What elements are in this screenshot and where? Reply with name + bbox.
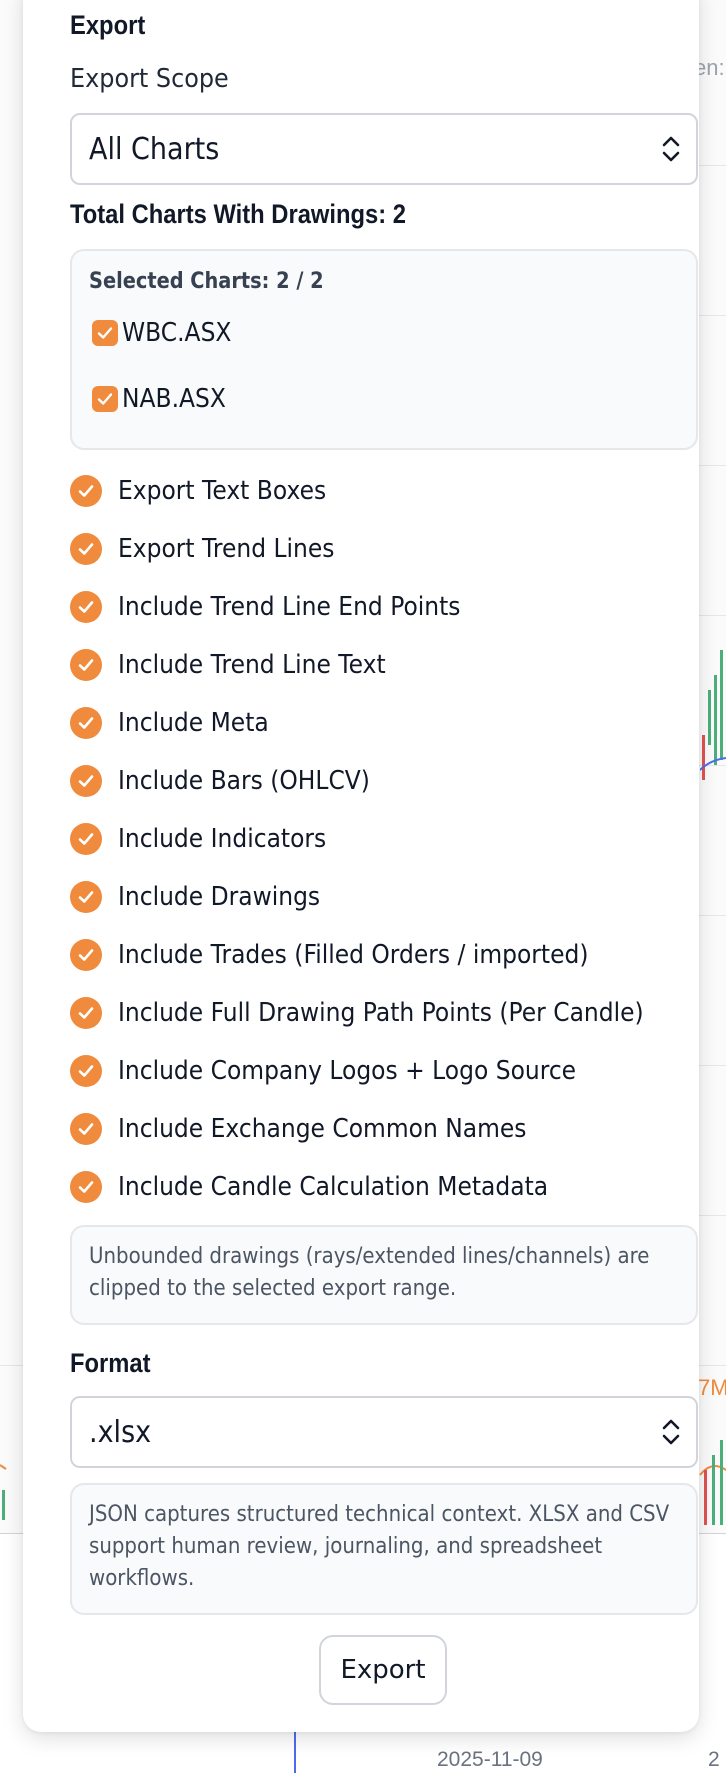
option-exchange-common-names[interactable]: Include Exchange Common Names xyxy=(70,1112,572,1146)
option-label: Export Trend Lines xyxy=(118,534,335,564)
option-trend-line-end-points[interactable]: Include Trend Line End Points xyxy=(70,590,499,624)
export-scope-value: All Charts xyxy=(89,131,220,167)
option-include-indicators[interactable]: Include Indicators xyxy=(70,822,349,856)
checkbox-checked-icon xyxy=(70,939,102,971)
checkbox-checked-icon xyxy=(70,881,102,913)
option-full-drawing-path-points[interactable]: Include Full Drawing Path Points (Per Ca… xyxy=(70,996,702,1030)
checkbox-checked-icon xyxy=(92,320,118,346)
note-line: Unbounded drawings (rays/extended lines/… xyxy=(89,1244,650,1269)
checkbox-checked-icon xyxy=(92,386,118,412)
chevron-up-down-icon xyxy=(662,1419,680,1445)
panel-title: Export xyxy=(70,10,146,40)
indicator-line xyxy=(700,757,726,771)
option-label: Include Drawings xyxy=(118,882,321,912)
option-include-drawings[interactable]: Include Drawings xyxy=(70,880,343,914)
chart-name: NAB.ASX xyxy=(122,384,226,414)
checkbox-checked-icon xyxy=(70,765,102,797)
format-select[interactable]: .xlsx xyxy=(70,1396,698,1468)
clip-note-text: Unbounded drawings (rays/extended lines/… xyxy=(89,1241,679,1305)
export-button[interactable]: Export xyxy=(319,1635,447,1705)
total-charts-label: Total Charts With Drawings: 2 xyxy=(70,199,406,229)
chart-checkbox-nab[interactable]: NAB.ASX xyxy=(92,383,237,415)
checkbox-checked-icon xyxy=(70,475,102,507)
chevron-up-down-icon xyxy=(662,136,680,162)
checkbox-checked-icon xyxy=(70,591,102,623)
option-label: Export Text Boxes xyxy=(118,476,327,506)
chart-checkbox-wbc[interactable]: WBC.ASX xyxy=(92,317,244,349)
clip-note-box: Unbounded drawings (rays/extended lines/… xyxy=(70,1225,698,1325)
option-label: Include Indicators xyxy=(118,824,327,854)
option-include-meta[interactable]: Include Meta xyxy=(70,706,285,740)
volume-partial-label: 7M xyxy=(698,1375,726,1400)
checkbox-checked-icon xyxy=(70,997,102,1029)
volume-bar xyxy=(2,1490,5,1520)
export-scope-select[interactable]: All Charts xyxy=(70,113,698,185)
export-panel: Export Export Scope All Charts Total Cha… xyxy=(23,0,699,1732)
chart-name: WBC.ASX xyxy=(122,318,232,348)
x-axis-date-label: 2025-11-09 xyxy=(437,1748,543,1771)
volume-bar xyxy=(704,1470,707,1525)
option-label: Include Candle Calculation Metadata xyxy=(118,1172,549,1202)
option-include-trades[interactable]: Include Trades (Filled Orders / imported… xyxy=(70,938,641,972)
checkbox-checked-icon xyxy=(70,1055,102,1087)
option-label: Include Meta xyxy=(118,708,269,738)
checkbox-checked-icon xyxy=(70,533,102,565)
option-label: Include Bars (OHLCV) xyxy=(118,766,370,796)
note-line: JSON captures structured technical conte… xyxy=(89,1502,670,1527)
option-export-trend-lines[interactable]: Export Trend Lines xyxy=(70,532,359,566)
format-note-box: JSON captures structured technical conte… xyxy=(70,1483,698,1615)
volume-bar xyxy=(712,1455,715,1525)
checkbox-checked-icon xyxy=(70,707,102,739)
checkbox-checked-icon xyxy=(70,1113,102,1145)
checkbox-checked-icon xyxy=(70,823,102,855)
option-label: Include Trend Line Text xyxy=(118,650,386,680)
volume-bar xyxy=(720,1440,723,1525)
x-axis-date-label: 2 xyxy=(708,1748,720,1771)
format-label: Format xyxy=(70,1348,151,1378)
option-company-logos[interactable]: Include Company Logos + Logo Source xyxy=(70,1054,627,1088)
option-include-bars[interactable]: Include Bars (OHLCV) xyxy=(70,764,398,798)
option-label: Include Exchange Common Names xyxy=(118,1114,527,1144)
format-value: .xlsx xyxy=(89,1414,152,1450)
option-candle-calculation-metadata[interactable]: Include Candle Calculation Metadata xyxy=(70,1170,596,1204)
export-scope-label: Export Scope xyxy=(70,64,229,94)
checkbox-checked-icon xyxy=(70,1171,102,1203)
checkbox-checked-icon xyxy=(70,649,102,681)
note-line: workflows. xyxy=(89,1566,195,1591)
option-label: Include Company Logos + Logo Source xyxy=(118,1056,577,1086)
note-line: clipped to the selected export range. xyxy=(89,1276,457,1301)
selected-charts-title: Selected Charts: 2 / 2 xyxy=(89,269,324,294)
option-label: Include Full Drawing Path Points (Per Ca… xyxy=(118,998,644,1028)
option-label: Include Trend Line End Points xyxy=(118,592,461,622)
format-note-text: JSON captures structured technical conte… xyxy=(89,1499,679,1595)
option-label: Include Trades (Filled Orders / imported… xyxy=(118,940,589,970)
note-line: support human review, journaling, and sp… xyxy=(89,1534,603,1559)
option-trend-line-text[interactable]: Include Trend Line Text xyxy=(70,648,415,682)
selected-charts-box: Selected Charts: 2 / 2 WBC.ASX NAB.ASX xyxy=(70,249,698,450)
option-export-text-boxes[interactable]: Export Text Boxes xyxy=(70,474,349,508)
